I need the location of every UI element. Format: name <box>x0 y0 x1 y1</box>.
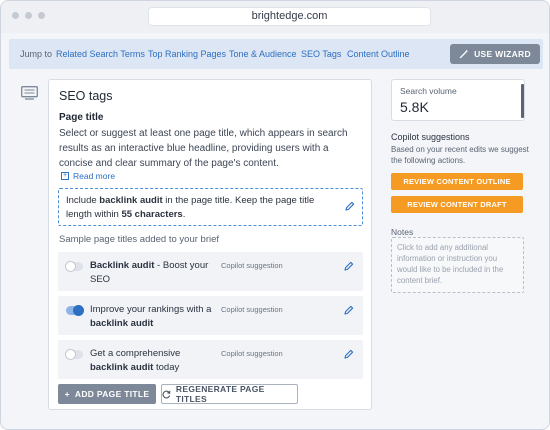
notes-label: Notes <box>391 227 414 237</box>
sample-toggle[interactable] <box>65 349 83 360</box>
browser-window: brightedge.com Jump to Related Search Te… <box>0 0 550 430</box>
url-bar[interactable]: brightedge.com <box>148 7 431 26</box>
copilot-suggestion-tag: Copilot suggestion <box>221 261 283 270</box>
sample-lead: Get a comprehensive <box>90 348 181 359</box>
page-title-hint: Include backlink audit in the page title… <box>58 188 363 226</box>
samples-heading: Sample page titles added to your brief <box>59 234 220 245</box>
sample-title-text: Improve your rankings with a backlink au… <box>90 303 215 331</box>
jump-nav: Jump to Related Search Terms Top Ranking… <box>9 39 543 69</box>
search-volume-value: 5.8K <box>400 99 429 115</box>
scrollbar[interactable] <box>521 84 524 118</box>
hint-limit: 55 characters <box>121 209 183 220</box>
title-bar: brightedge.com <box>1 1 549 33</box>
read-more-label: Read more <box>73 171 116 181</box>
page-title-heading: Page title <box>59 112 104 123</box>
search-volume-card: Search volume 5.8K <box>391 79 525 121</box>
use-wizard-button[interactable]: USE WIZARD <box>450 44 540 64</box>
window-dot-maximize[interactable] <box>38 12 45 19</box>
use-wizard-label: USE WIZARD <box>474 49 531 59</box>
jump-link-seo-tags[interactable]: SEO Tags <box>301 49 341 59</box>
sample-title-row: Get a comprehensive backlink audit today… <box>58 340 363 379</box>
pencil-icon[interactable] <box>344 349 354 359</box>
sample-title-row: Improve your rankings with a backlink au… <box>58 296 363 335</box>
review-content-draft-button[interactable]: REVIEW CONTENT DRAFT <box>391 196 523 213</box>
sample-keyword: Backlink audit <box>90 260 155 271</box>
copilot-description: Based on your recent edits we suggest th… <box>391 145 529 165</box>
sample-title-text: Get a comprehensive backlink audit today <box>90 347 215 375</box>
window-controls <box>12 12 45 19</box>
sample-keyword: backlink audit <box>90 318 154 329</box>
review-content-outline-button[interactable]: REVIEW CONTENT OUTLINE <box>391 173 523 190</box>
window-dot-minimize[interactable] <box>25 12 32 19</box>
window-dot-close[interactable] <box>12 12 19 19</box>
regenerate-label: REGENERATE PAGE TITLES <box>175 384 265 404</box>
sample-keyword: backlink audit <box>90 362 154 373</box>
jump-label: Jump to <box>20 49 53 59</box>
notes-input[interactable]: Click to add any additional information … <box>391 237 524 293</box>
document-icon <box>21 86 38 100</box>
wand-icon <box>459 49 469 59</box>
sample-rest: today <box>153 362 180 373</box>
read-more-link[interactable]: + Read more <box>61 171 115 181</box>
sample-toggle[interactable] <box>65 261 83 272</box>
add-page-title-label: ADD PAGE TITLE <box>74 389 150 399</box>
expand-icon: + <box>61 172 69 180</box>
sample-title-text: Backlink audit - Boost your SEO <box>90 259 215 287</box>
seo-tags-card: SEO tags Page title Select or suggest at… <box>48 79 372 410</box>
pencil-icon[interactable] <box>344 305 354 315</box>
page-title-description: Select or suggest at least one page titl… <box>59 128 348 169</box>
add-page-title-button[interactable]: + ADD PAGE TITLE <box>58 384 156 404</box>
pencil-icon[interactable] <box>345 201 355 211</box>
copilot-suggestion-tag: Copilot suggestion <box>221 349 283 358</box>
regenerate-page-titles-button[interactable]: REGENERATE PAGE TITLES <box>161 384 298 404</box>
copilot-suggestion-tag: Copilot suggestion <box>221 305 283 314</box>
hint-text: Include backlink audit in the page title… <box>66 194 328 222</box>
hint-keyword: backlink audit <box>99 195 163 206</box>
pencil-icon[interactable] <box>344 261 354 271</box>
hint-suffix: . <box>182 209 186 220</box>
toggle-knob <box>65 261 76 272</box>
jump-link-top-ranking-pages[interactable]: Top Ranking Pages <box>148 49 226 59</box>
search-volume-label: Search volume <box>400 86 457 96</box>
jump-link-content-outline[interactable]: Content Outline <box>347 49 410 59</box>
hint-prefix: Include <box>66 195 100 206</box>
sample-title-row: Backlink audit - Boost your SEO Copilot … <box>58 252 363 291</box>
sample-toggle[interactable] <box>66 305 84 316</box>
jump-link-related-search-terms[interactable]: Related Search Terms <box>56 49 145 59</box>
jump-link-tone-audience[interactable]: Tone & Audience <box>229 49 297 59</box>
sample-lead: Improve your rankings with a <box>90 304 212 315</box>
toggle-knob <box>73 305 84 316</box>
plus-icon: + <box>64 389 70 399</box>
copilot-heading: Copilot suggestions <box>391 132 470 142</box>
refresh-icon <box>162 390 171 398</box>
card-title: SEO tags <box>59 89 113 103</box>
toggle-knob <box>65 349 76 360</box>
